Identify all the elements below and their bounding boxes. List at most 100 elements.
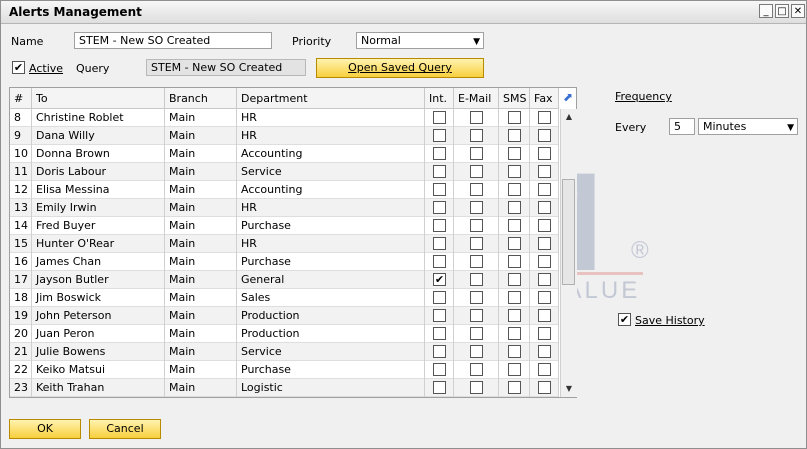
int-checkbox[interactable] xyxy=(433,345,446,358)
cell-to[interactable]: Jim Boswick xyxy=(32,289,165,307)
cell-num[interactable]: 15 xyxy=(10,235,32,253)
cell-to[interactable]: Donna Brown xyxy=(32,145,165,163)
cell-department[interactable]: HR xyxy=(237,109,425,127)
sms-checkbox[interactable] xyxy=(508,291,521,304)
sms-checkbox[interactable] xyxy=(508,273,521,286)
fax-checkbox[interactable] xyxy=(538,309,551,322)
table-row[interactable]: 23 Keith Trahan Main Logistic xyxy=(10,379,559,397)
cell-department[interactable]: Accounting xyxy=(237,145,425,163)
close-button[interactable]: ✕ xyxy=(791,4,805,18)
scroll-thumb[interactable] xyxy=(562,179,575,285)
cell-department[interactable]: HR xyxy=(237,199,425,217)
email-checkbox[interactable] xyxy=(470,291,483,304)
fax-checkbox[interactable] xyxy=(538,273,551,286)
email-checkbox[interactable] xyxy=(470,147,483,160)
cell-to[interactable]: Emily Irwin xyxy=(32,199,165,217)
col-header-num[interactable]: # xyxy=(10,88,32,109)
cell-num[interactable]: 19 xyxy=(10,307,32,325)
fax-checkbox[interactable] xyxy=(538,237,551,250)
int-checkbox[interactable] xyxy=(433,219,446,232)
sms-checkbox[interactable] xyxy=(508,201,521,214)
cell-branch[interactable]: Main xyxy=(165,289,237,307)
cell-branch[interactable]: Main xyxy=(165,253,237,271)
cell-department[interactable]: Service xyxy=(237,163,425,181)
cell-department[interactable]: HR xyxy=(237,127,425,145)
int-checkbox[interactable] xyxy=(433,111,446,124)
table-row[interactable]: 10 Donna Brown Main Accounting xyxy=(10,145,559,163)
cell-num[interactable]: 17 xyxy=(10,271,32,289)
table-row[interactable]: 8 Christine Roblet Main HR xyxy=(10,109,559,127)
email-checkbox[interactable] xyxy=(470,309,483,322)
int-checkbox[interactable] xyxy=(433,327,446,340)
table-row[interactable]: 22 Keiko Matsui Main Purchase xyxy=(10,361,559,379)
table-row[interactable]: 13 Emily Irwin Main HR xyxy=(10,199,559,217)
cell-to[interactable]: John Peterson xyxy=(32,307,165,325)
cell-num[interactable]: 18 xyxy=(10,289,32,307)
maximize-button[interactable]: □ xyxy=(775,4,789,18)
cell-department[interactable]: Production xyxy=(237,325,425,343)
cell-num[interactable]: 23 xyxy=(10,379,32,397)
cell-branch[interactable]: Main xyxy=(165,217,237,235)
col-header-branch[interactable]: Branch xyxy=(165,88,237,109)
cell-to[interactable]: Keith Trahan xyxy=(32,379,165,397)
cell-to[interactable]: Doris Labour xyxy=(32,163,165,181)
scroll-up-icon[interactable]: ▲ xyxy=(561,109,577,125)
cell-num[interactable]: 21 xyxy=(10,343,32,361)
int-checkbox[interactable] xyxy=(433,291,446,304)
email-checkbox[interactable] xyxy=(470,363,483,376)
cell-branch[interactable]: Main xyxy=(165,235,237,253)
active-checkbox[interactable]: ✔ xyxy=(12,61,25,74)
email-checkbox[interactable] xyxy=(470,273,483,286)
sms-checkbox[interactable] xyxy=(508,363,521,376)
table-row[interactable]: 17 Jayson Butler Main General ✔ xyxy=(10,271,559,289)
col-header-email[interactable]: E-Mail xyxy=(454,88,499,109)
fax-checkbox[interactable] xyxy=(538,183,551,196)
email-checkbox[interactable] xyxy=(470,219,483,232)
email-checkbox[interactable] xyxy=(470,111,483,124)
priority-select[interactable]: Normal ▼ xyxy=(356,32,484,49)
cell-department[interactable]: Service xyxy=(237,343,425,361)
int-checkbox[interactable] xyxy=(433,381,446,394)
table-row[interactable]: 12 Elisa Messina Main Accounting xyxy=(10,181,559,199)
email-checkbox[interactable] xyxy=(470,129,483,142)
int-checkbox[interactable] xyxy=(433,165,446,178)
cell-department[interactable]: Purchase xyxy=(237,217,425,235)
cell-branch[interactable]: Main xyxy=(165,163,237,181)
email-checkbox[interactable] xyxy=(470,237,483,250)
cell-branch[interactable]: Main xyxy=(165,199,237,217)
minimize-button[interactable]: _ xyxy=(759,4,773,18)
table-row[interactable]: 20 Juan Peron Main Production xyxy=(10,325,559,343)
email-checkbox[interactable] xyxy=(470,255,483,268)
sms-checkbox[interactable] xyxy=(508,147,521,160)
col-header-sms[interactable]: SMS xyxy=(499,88,530,109)
cell-to[interactable]: Fred Buyer xyxy=(32,217,165,235)
cell-department[interactable]: HR xyxy=(237,235,425,253)
cell-branch[interactable]: Main xyxy=(165,271,237,289)
cell-num[interactable]: 16 xyxy=(10,253,32,271)
table-row[interactable]: 9 Dana Willy Main HR xyxy=(10,127,559,145)
cell-num[interactable]: 13 xyxy=(10,199,32,217)
scroll-down-icon[interactable]: ▼ xyxy=(561,381,577,397)
int-checkbox[interactable] xyxy=(433,129,446,142)
fax-checkbox[interactable] xyxy=(538,363,551,376)
fax-checkbox[interactable] xyxy=(538,345,551,358)
cell-branch[interactable]: Main xyxy=(165,361,237,379)
email-checkbox[interactable] xyxy=(470,345,483,358)
save-history-checkbox[interactable]: ✔ xyxy=(618,313,631,326)
fax-checkbox[interactable] xyxy=(538,147,551,160)
email-checkbox[interactable] xyxy=(470,165,483,178)
cell-to[interactable]: Elisa Messina xyxy=(32,181,165,199)
int-checkbox[interactable] xyxy=(433,363,446,376)
sms-checkbox[interactable] xyxy=(508,129,521,142)
email-checkbox[interactable] xyxy=(470,381,483,394)
cell-num[interactable]: 11 xyxy=(10,163,32,181)
cell-department[interactable]: Production xyxy=(237,307,425,325)
every-field[interactable]: 5 xyxy=(669,118,695,135)
cell-num[interactable]: 20 xyxy=(10,325,32,343)
email-checkbox[interactable] xyxy=(470,201,483,214)
int-checkbox[interactable] xyxy=(433,237,446,250)
cell-num[interactable]: 22 xyxy=(10,361,32,379)
int-checkbox[interactable] xyxy=(433,255,446,268)
cell-to[interactable]: Dana Willy xyxy=(32,127,165,145)
cell-to[interactable]: James Chan xyxy=(32,253,165,271)
